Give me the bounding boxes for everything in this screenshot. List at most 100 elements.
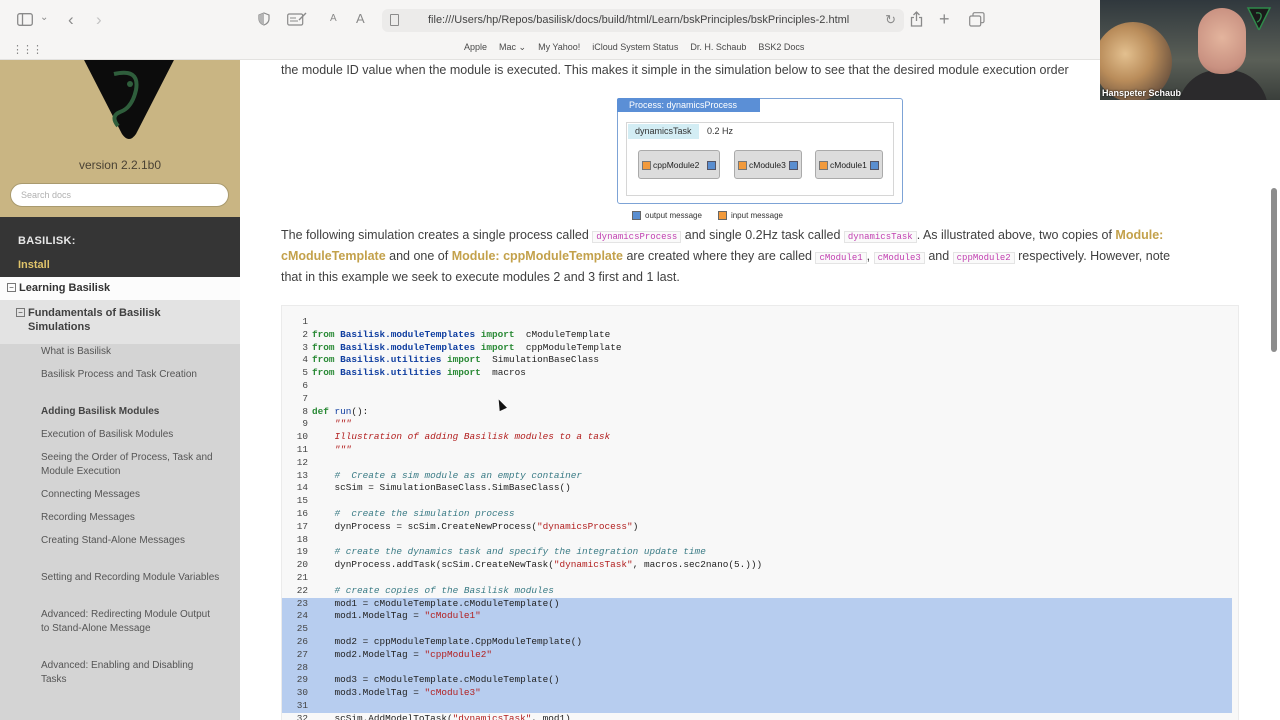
tab-overview-icon[interactable] (969, 12, 985, 30)
favorite-link[interactable]: Dr. H. Schaub (690, 42, 746, 53)
code-token: mod1 = cModuleTemplate.cModuleTemplate() (312, 597, 560, 609)
inline-code: dynamicsProcess (592, 231, 682, 243)
code-token: # create the dynamics task and specify t… (312, 546, 706, 558)
code-line: 13 # Create a sim module as an empty con… (282, 470, 1232, 483)
sidebar-item-enabling-tasks[interactable]: Advanced: Enabling and Disabling Tasks (41, 659, 221, 687)
code-line: 1 (282, 316, 1232, 329)
text: , (866, 249, 874, 263)
favorite-link[interactable]: Apple (464, 42, 487, 53)
line-number: 18 (296, 533, 308, 545)
sidebar-item-recording-messages[interactable]: Recording Messages (41, 511, 221, 525)
collapse-icon[interactable]: − (16, 308, 25, 317)
module-link[interactable]: Module: (1115, 228, 1163, 242)
presenter-body (1178, 70, 1268, 100)
address-bar[interactable]: file:///Users/hp/Repos/basilisk/docs/bui… (382, 9, 904, 32)
sidebar-item-connecting-messages[interactable]: Connecting Messages (41, 488, 221, 502)
description-paragraph-line2: cModuleTemplate and one of Module: cppMo… (281, 246, 1170, 269)
sidebar-item-module-variables[interactable]: Setting and Recording Module Variables (41, 571, 221, 585)
legend-input-label: input message (730, 211, 783, 220)
favorite-link[interactable]: My Yahoo! (538, 42, 580, 53)
text: respectively. However, note (1014, 249, 1171, 263)
grid-icon[interactable]: ⋮⋮⋮ (12, 43, 43, 56)
line-number: 23 (296, 597, 308, 609)
version-label: version 2.2.1b0 (78, 158, 162, 172)
line-number: 2 (302, 328, 308, 340)
module-link[interactable]: Module: cppModuleTemplate (452, 249, 623, 263)
task-name: dynamicsTask (628, 124, 699, 139)
process-diagram: Process: dynamicsProcess dynamicsTask 0.… (617, 98, 903, 204)
task-rate: 0.2 Hz (707, 126, 734, 136)
code-token: "dynamicsProcess" (537, 520, 633, 532)
inline-code: cModule1 (815, 252, 867, 264)
privacy-shield-icon[interactable] (258, 12, 270, 29)
line-number: 30 (296, 687, 308, 699)
collapse-icon[interactable]: − (7, 283, 16, 292)
share-icon[interactable] (910, 11, 923, 30)
line-number: 24 (296, 610, 308, 622)
sidebar-item-install[interactable]: Install (18, 259, 50, 271)
inline-code: dynamicsTask (843, 231, 917, 243)
chevron-down-icon[interactable]: ⌄ (40, 13, 48, 23)
line-number: 19 (296, 546, 308, 558)
legend-output-label: output message (645, 211, 702, 220)
code-source: from Basilisk.utilities import Simulatio… (312, 354, 599, 367)
text: and one of (385, 249, 452, 263)
code-line: 24 mod1.ModelTag = "cModule1" (282, 610, 1232, 624)
new-tab-icon[interactable]: + (939, 10, 950, 28)
code-source: """ (312, 418, 352, 431)
code-token: "dynamicsTask" (452, 712, 532, 720)
sidebar-item-redirecting-output[interactable]: Advanced: Redirecting Module Output to S… (41, 608, 221, 636)
line-number: 13 (296, 469, 308, 481)
process-title: Process: dynamicsProcess (617, 98, 760, 112)
sidebar-item-stand-alone-messages[interactable]: Creating Stand-Alone Messages (41, 534, 221, 548)
url-text[interactable]: file:///Users/hp/Repos/basilisk/docs/bui… (428, 14, 849, 26)
search-input[interactable] (21, 190, 221, 200)
code-token: Basilisk.utilities (340, 354, 442, 366)
text-smaller-icon[interactable]: A (330, 14, 337, 24)
favorite-link[interactable]: Mac ⌄ (499, 42, 526, 53)
favorite-link[interactable]: BSK2 Docs (758, 42, 804, 53)
code-line: 5 from Basilisk.utilities import macros (282, 367, 1232, 380)
sidebar-item-fundamentals[interactable]: − Fundamentals of Basilisk Simulations (0, 300, 240, 344)
search-docs-field[interactable] (10, 183, 229, 207)
sidebar-item-label: Learning Basilisk (19, 282, 111, 294)
code-token: "dynamicsTask" (553, 559, 633, 571)
basilisk-logo[interactable] (74, 60, 184, 146)
sidebar-item-execution-of-modules[interactable]: Execution of Basilisk Modules (41, 428, 221, 442)
code-line: 23 mod1 = cModuleTemplate.cModuleTemplat… (282, 597, 1232, 611)
line-number: 29 (296, 674, 308, 686)
code-line: 32 scSim.AddModelToTask("dynamicsTask", … (282, 713, 1232, 720)
code-source: def run(): (312, 406, 368, 419)
text: The following simulation creates a singl… (281, 228, 593, 242)
sidebar-item-process-task-creation[interactable]: Basilisk Process and Task Creation (41, 368, 221, 382)
inline-code: cModule3 (873, 252, 925, 264)
code-line: 4 from Basilisk.utilities import Simulati… (282, 354, 1232, 367)
sidebar-item-adding-modules[interactable]: Adding Basilisk Modules (41, 405, 221, 419)
reload-icon[interactable]: ↻ (885, 12, 896, 28)
line-number: 28 (296, 661, 308, 673)
code-source: from Basilisk.moduleTemplates import cpp… (312, 342, 621, 355)
back-icon[interactable]: ‹ (68, 11, 74, 28)
code-source: mod1.ModelTag = "cModule1" (312, 610, 481, 623)
line-number: 32 (296, 712, 308, 720)
code-token: cModuleTemplate (514, 328, 611, 340)
reader-icon[interactable] (287, 12, 307, 29)
forward-icon[interactable]: › (96, 11, 102, 28)
sidebar-toggle-icon[interactable] (17, 13, 33, 29)
text-larger-icon[interactable]: A (356, 12, 365, 25)
code-token: "cModule3" (424, 687, 481, 699)
code-block[interactable]: 1 2 from Basilisk.moduleTemplates import c… (281, 305, 1239, 720)
line-number: 4 (302, 354, 308, 366)
favorite-link[interactable]: iCloud System Status (592, 42, 678, 53)
code-token: "cppModule2" (424, 648, 493, 660)
browser-toolbar: ⌄ ‹ › A A file:///Users/hp/Repos/basilis… (0, 0, 1280, 40)
description-paragraph-line1: The following simulation creates a singl… (281, 225, 1163, 248)
module-link[interactable]: cModuleTemplate (281, 249, 386, 263)
code-line: 9 """ (282, 418, 1232, 431)
sidebar-item-learning-basilisk[interactable]: − Learning Basilisk (0, 277, 240, 300)
module-name: cModule3 (749, 160, 786, 170)
sidebar-item-order-of-execution[interactable]: Seeing the Order of Process, Task and Mo… (41, 451, 221, 479)
page-scrollbar[interactable] (1271, 188, 1277, 352)
sidebar-item-what-is-basilisk[interactable]: What is Basilisk (41, 345, 221, 359)
webcam-overlay: Hanspeter Schaub (1100, 0, 1280, 100)
